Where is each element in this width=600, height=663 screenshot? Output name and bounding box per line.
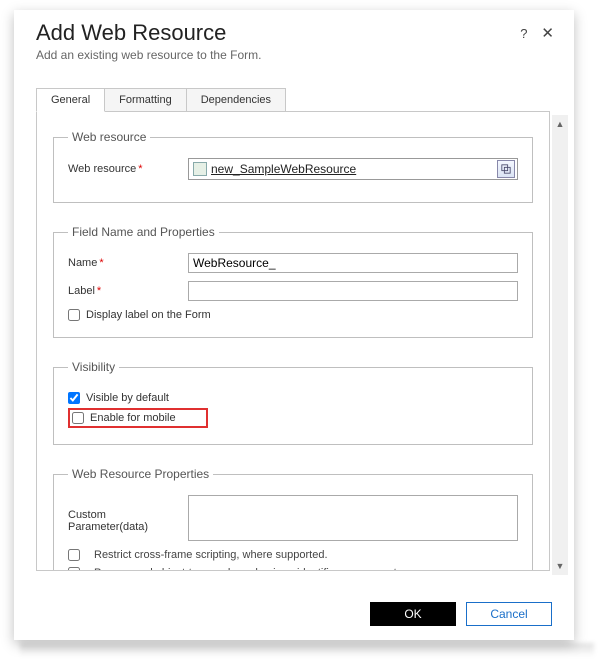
name-input[interactable] — [188, 253, 518, 273]
web-resource-value[interactable]: new_SampleWebResource — [211, 162, 493, 176]
tab-strip: General Formatting Dependencies — [36, 88, 550, 112]
dialog-footer: OK Cancel — [14, 592, 574, 640]
dialog-subtitle: Add an existing web resource to the Form… — [36, 48, 552, 62]
pass-record-text: Pass record object-type code and unique … — [94, 567, 415, 571]
section-field-properties: Field Name and Properties Name* Label* — [53, 225, 533, 338]
enable-mobile-text: Enable for mobile — [90, 412, 176, 424]
lookup-button[interactable] — [497, 160, 515, 178]
visible-default-checkbox[interactable] — [68, 392, 80, 404]
restrict-xframe-text: Restrict cross-frame scripting, where su… — [94, 549, 328, 561]
label-input[interactable] — [188, 281, 518, 301]
scroll-up-icon[interactable]: ▲ — [556, 115, 565, 133]
add-web-resource-dialog: ? ✕ Add Web Resource Add an existing web… — [14, 10, 574, 640]
ok-button[interactable]: OK — [370, 602, 456, 626]
help-icon[interactable]: ? — [520, 26, 527, 41]
display-label-checkbox[interactable] — [68, 309, 80, 321]
web-resource-lookup[interactable]: new_SampleWebResource — [188, 158, 518, 180]
enable-mobile-highlight: Enable for mobile — [68, 408, 208, 428]
cancel-button[interactable]: Cancel — [466, 602, 552, 626]
label-label: Label* — [68, 285, 188, 297]
close-icon[interactable]: ✕ — [541, 24, 554, 42]
web-resource-label: Web resource* — [68, 163, 188, 175]
enable-mobile-checkbox[interactable] — [72, 412, 84, 424]
display-label-text: Display label on the Form — [86, 309, 211, 321]
tab-dependencies[interactable]: Dependencies — [186, 88, 286, 112]
tab-formatting[interactable]: Formatting — [104, 88, 187, 112]
scroll-down-icon[interactable]: ▼ — [556, 557, 565, 575]
legend-visibility: Visibility — [68, 360, 119, 374]
tab-general[interactable]: General — [36, 88, 105, 112]
section-web-resource: Web resource Web resource* new_SampleWeb… — [53, 130, 533, 203]
visible-default-text: Visible by default — [86, 392, 169, 404]
custom-param-label: Custom Parameter(data) — [68, 495, 188, 533]
section-visibility: Visibility Visible by default Enable for… — [53, 360, 533, 445]
web-resource-type-icon — [193, 162, 207, 176]
pass-record-checkbox[interactable] — [68, 567, 80, 571]
dialog-title: Add Web Resource — [36, 20, 552, 46]
legend-field-properties: Field Name and Properties — [68, 225, 219, 239]
custom-param-input[interactable] — [188, 495, 518, 541]
restrict-xframe-checkbox[interactable] — [68, 549, 80, 561]
name-label: Name* — [68, 257, 188, 269]
legend-wr-properties: Web Resource Properties — [68, 467, 213, 481]
legend-web-resource: Web resource — [68, 130, 150, 144]
section-web-resource-properties: Web Resource Properties Custom Parameter… — [53, 467, 533, 571]
vertical-scrollbar[interactable]: ▲ ▼ — [552, 115, 568, 575]
tab-panel-general: Web resource Web resource* new_SampleWeb… — [36, 111, 550, 571]
